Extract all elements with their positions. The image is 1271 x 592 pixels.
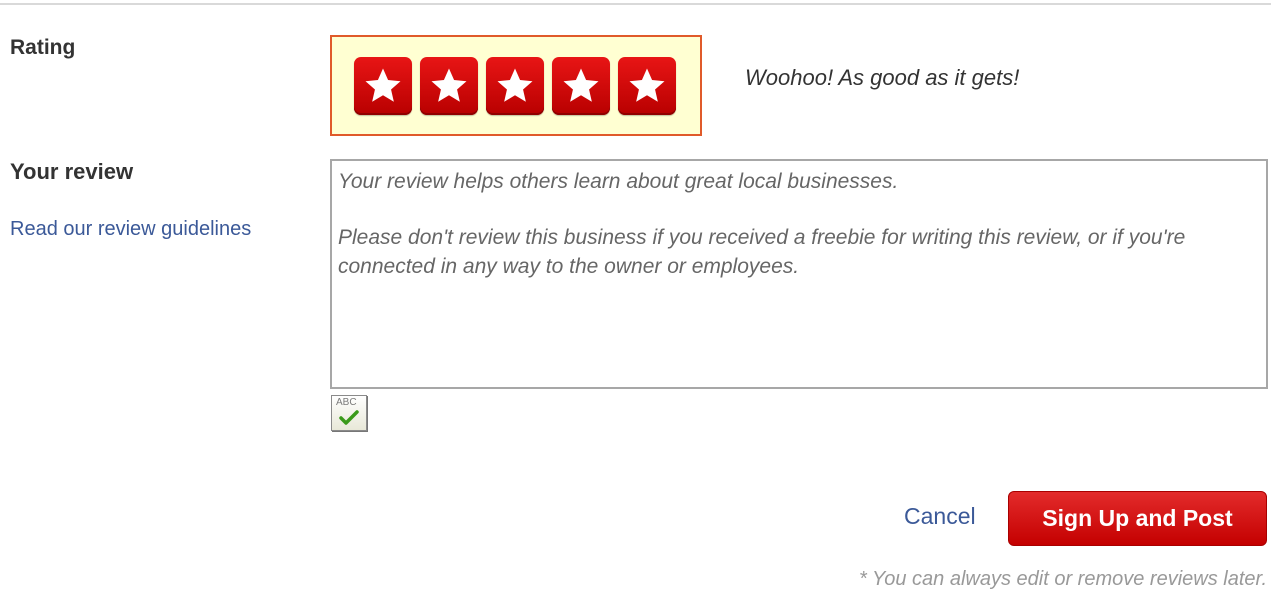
spellcheck-abc-text: ABC (336, 397, 357, 408)
review-placeholder-line2: Please don't review this business if you… (338, 226, 1186, 278)
edit-footnote: * You can always edit or remove reviews … (859, 568, 1267, 590)
star-2-button[interactable] (420, 56, 478, 115)
review-guidelines-link[interactable]: Read our review guidelines (10, 218, 251, 241)
star-icon (629, 68, 665, 102)
top-divider (0, 3, 1271, 5)
review-label: Your review (10, 159, 134, 184)
star-icon (431, 68, 467, 102)
star-icon (365, 68, 401, 102)
star-rating-widget (330, 35, 702, 136)
star-5-button[interactable] (618, 56, 676, 115)
checkmark-icon (339, 410, 359, 425)
sign-up-and-post-button[interactable]: Sign Up and Post (1008, 491, 1267, 546)
star-3-button[interactable] (486, 56, 544, 115)
review-placeholder-line1: Your review helps others learn about gre… (338, 170, 899, 193)
star-4-button[interactable] (552, 56, 610, 115)
star-icon (497, 68, 533, 102)
spellcheck-icon[interactable]: ABC (331, 395, 367, 431)
star-icon (563, 68, 599, 102)
rating-caption: Woohoo! As good as it gets! (745, 65, 1020, 90)
rating-label: Rating (10, 36, 76, 59)
review-textarea[interactable]: Your review helps others learn about gre… (330, 159, 1268, 389)
star-1-button[interactable] (354, 56, 412, 115)
cancel-link[interactable]: Cancel (904, 503, 976, 530)
